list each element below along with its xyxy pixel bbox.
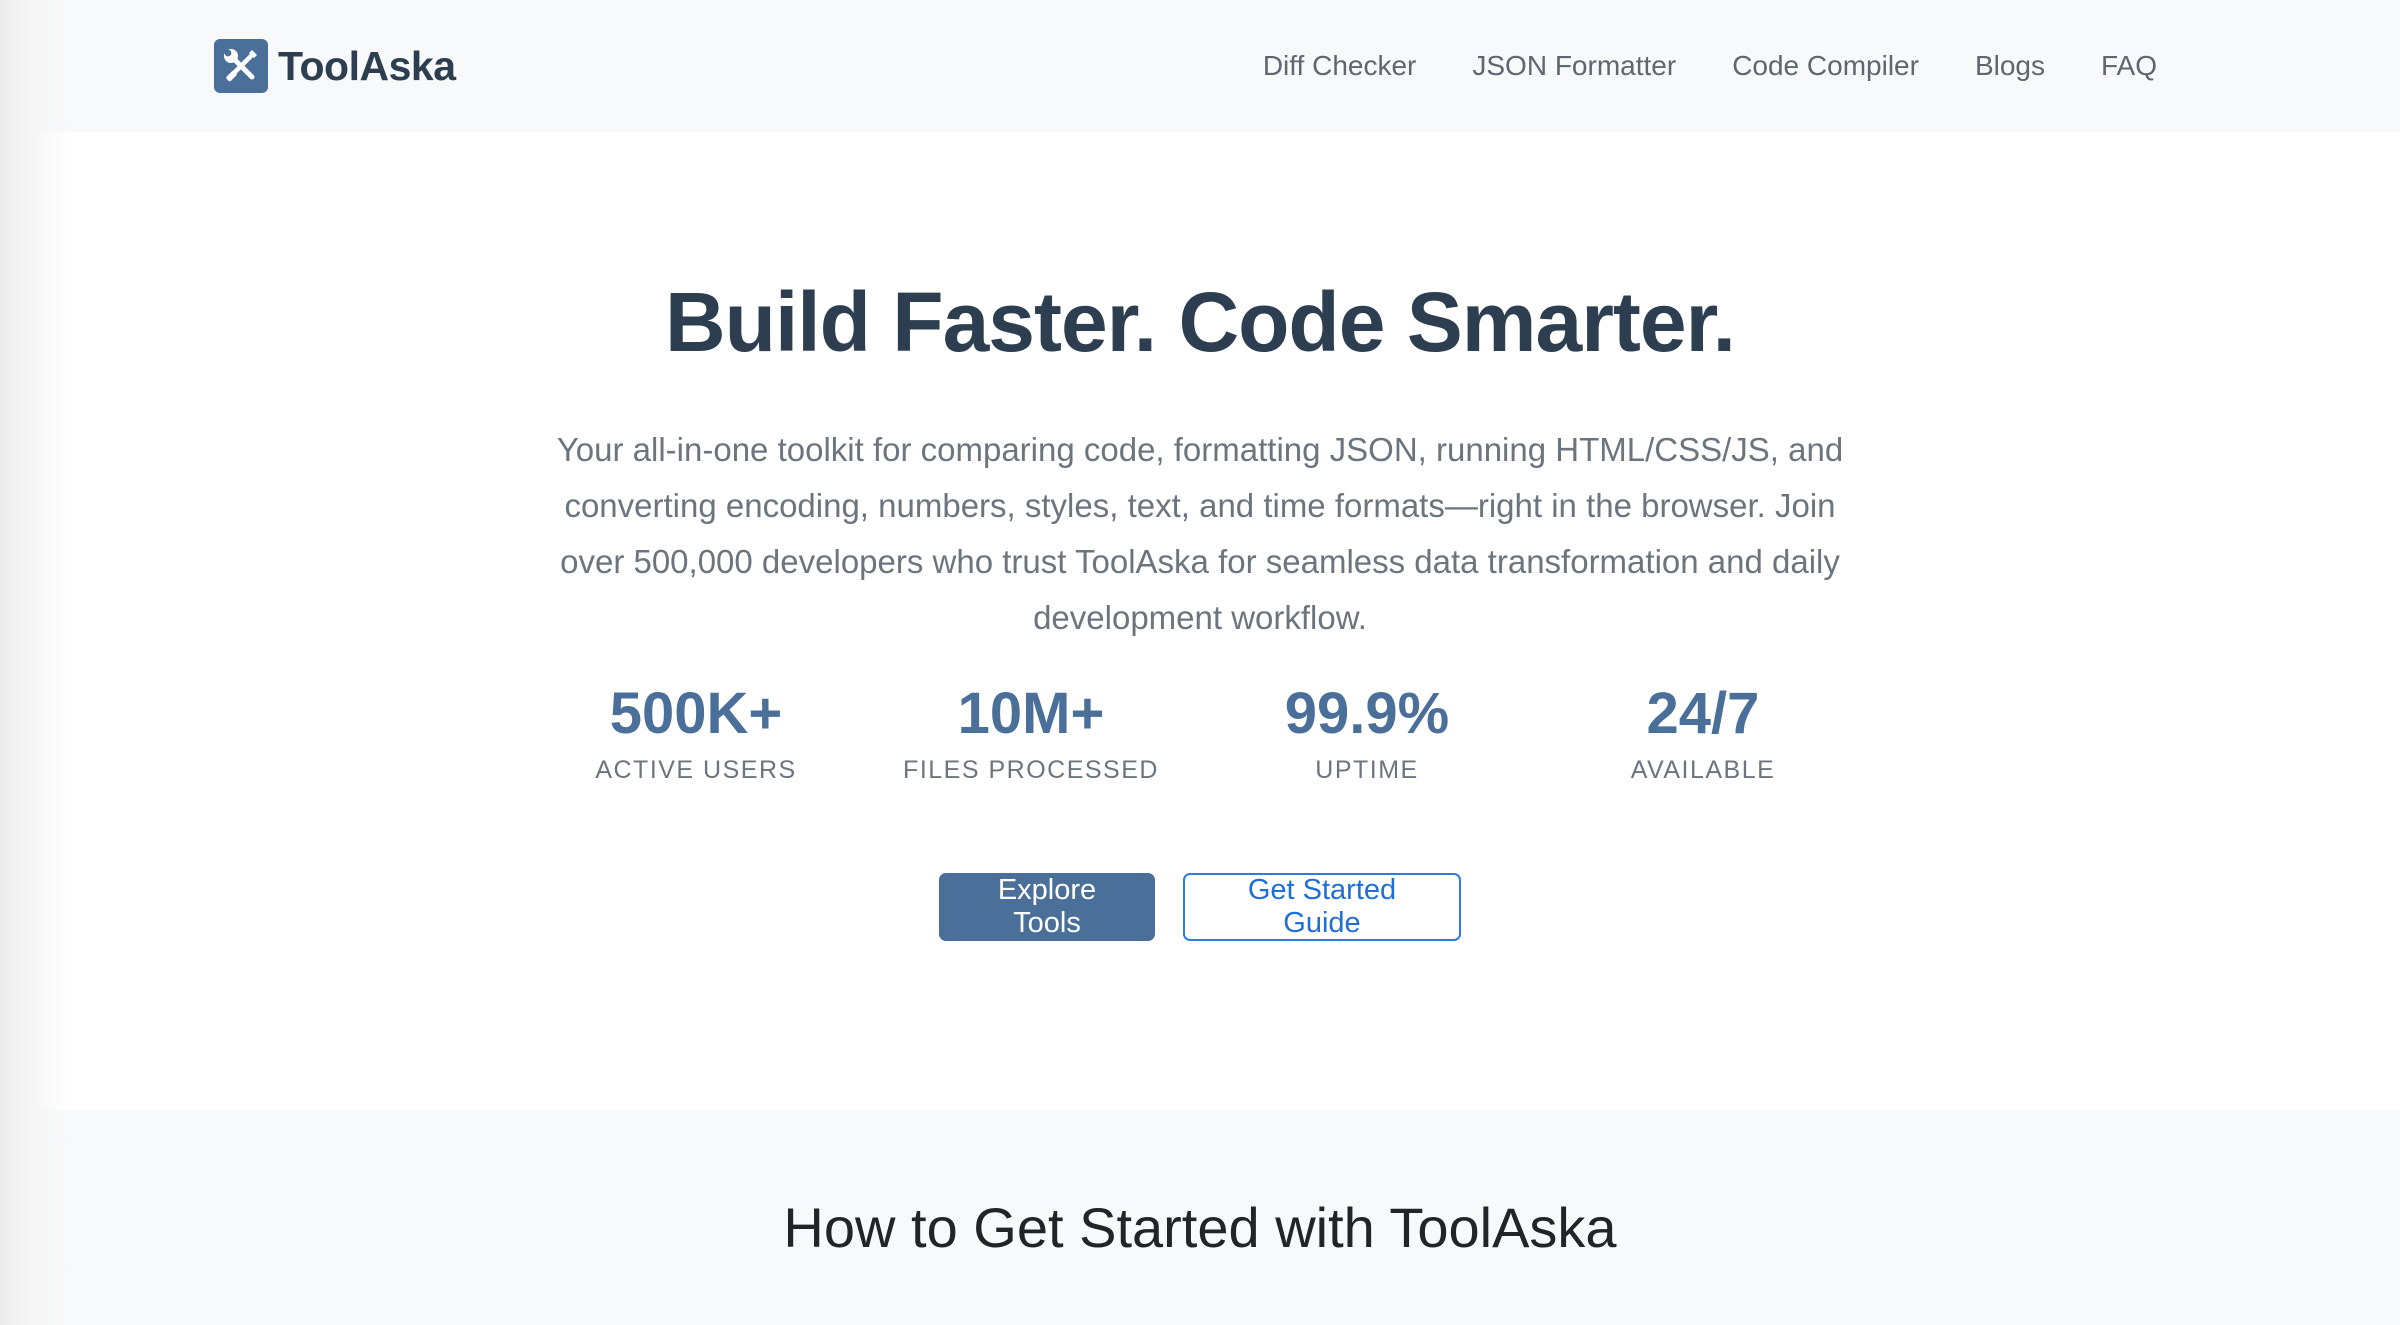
nav-link-blogs[interactable]: Blogs (1975, 50, 2045, 82)
nav-link-code-compiler[interactable]: Code Compiler (1732, 50, 1919, 82)
nav-link-diff-checker[interactable]: Diff Checker (1263, 50, 1417, 82)
stat-label: FILES PROCESSED (903, 755, 1159, 784)
nav-link-json-formatter[interactable]: JSON Formatter (1472, 50, 1676, 82)
stat-label: AVAILABLE (1630, 755, 1776, 784)
section-title: How to Get Started with ToolAska (783, 1196, 1617, 1259)
stat-value: 99.9% (1284, 681, 1450, 746)
hero-description: Your all-in-one toolkit for comparing co… (556, 431, 1844, 636)
stats-row: 500K+ ACTIVE USERS 10M+ FILES PROCESSED … (0, 682, 2400, 802)
page: ToolAska Diff Checker JSON Formatter Cod… (0, 0, 2400, 1325)
stat-available: 24/7 AVAILABLE (1543, 682, 1863, 785)
stat-value: 10M+ (957, 681, 1105, 746)
stat-active-users: 500K+ ACTIVE USERS (536, 682, 856, 785)
stat-files-processed: 10M+ FILES PROCESSED (871, 682, 1191, 785)
brand-name: ToolAska (278, 42, 456, 89)
nav-link-faq[interactable]: FAQ (2101, 50, 2157, 82)
navbar: ToolAska Diff Checker JSON Formatter Cod… (0, 0, 2400, 132)
explore-tools-button[interactable]: Explore Tools (939, 873, 1155, 941)
get-started-guide-button[interactable]: Get Started Guide (1183, 873, 1461, 941)
brand-link[interactable]: ToolAska (214, 38, 456, 94)
stat-label: UPTIME (1315, 755, 1419, 784)
hero-section: Build Faster. Code Smarter. Your all-in-… (0, 132, 2400, 1110)
hero-title: Build Faster. Code Smarter. (664, 275, 1736, 369)
getting-started-section: How to Get Started with ToolAska (0, 1110, 2400, 1325)
stat-value: 500K+ (609, 681, 783, 746)
stat-uptime: 99.9% UPTIME (1207, 682, 1527, 785)
tools-icon (214, 39, 268, 93)
cta-buttons: Explore Tools Get Started Guide (0, 873, 2400, 941)
stat-label: ACTIVE USERS (595, 755, 797, 784)
nav-menu: Diff Checker JSON Formatter Code Compile… (1263, 42, 2157, 90)
stat-value: 24/7 (1646, 681, 1760, 746)
